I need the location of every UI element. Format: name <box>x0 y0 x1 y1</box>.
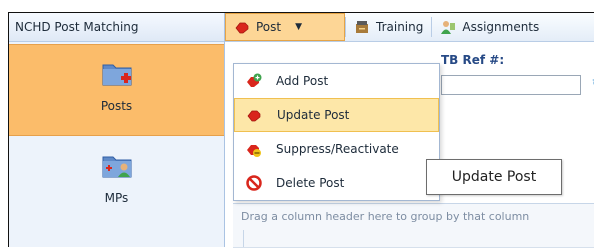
assignments-label: Assignments <box>462 20 540 34</box>
sidebar: NCHD Post Matching Posts MPs <box>9 13 225 247</box>
post-icon <box>235 22 249 34</box>
assignments-button[interactable]: Assignments <box>432 13 547 41</box>
grid-header-row <box>233 230 594 248</box>
post-menu-button[interactable]: Post ▼ <box>225 13 345 41</box>
sidebar-header: NCHD Post Matching <box>9 13 224 42</box>
training-button[interactable]: Training <box>346 13 431 41</box>
delete-icon <box>244 174 264 192</box>
assignments-icon <box>441 21 456 34</box>
folder-user-icon <box>102 156 131 178</box>
training-label: Training <box>376 20 424 34</box>
menu-item-suppress-reactivate[interactable]: Suppress/Reactivate <box>234 132 439 166</box>
sidebar-item-mps[interactable]: MPs <box>9 137 224 227</box>
post-menu-label: Post <box>256 20 282 34</box>
group-by-panel[interactable]: Drag a column header here to group by th… <box>233 203 594 231</box>
chevron-down-icon: ▼ <box>295 22 303 32</box>
sidebar-item-label: Posts <box>100 99 133 113</box>
menu-item-update-post[interactable]: Update Post <box>234 98 439 132</box>
menu-item-add-post[interactable]: Add Post <box>234 64 439 98</box>
suppress-icon <box>244 140 264 158</box>
menu-item-delete-post[interactable]: Delete Post <box>234 166 439 200</box>
add-post-icon <box>244 72 264 90</box>
update-post-icon <box>245 106 265 124</box>
tooltip: Update Post <box>426 159 562 195</box>
menu-item-label: Update Post <box>277 108 350 122</box>
menu-item-label: Suppress/Reactivate <box>276 142 399 156</box>
app-window: NCHD Post Matching Posts MPs Post ▼ Trai… <box>8 12 594 248</box>
training-icon <box>356 21 368 33</box>
post-dropdown-menu: Add Post Update Post Suppress/Reactivate <box>233 63 440 201</box>
tb-ref-label: TB Ref #: <box>441 53 505 67</box>
column-divider <box>243 230 244 247</box>
sidebar-item-label: MPs <box>104 191 129 205</box>
toolbar: Post ▼ Training Assignments <box>225 13 594 42</box>
tb-ref-input[interactable] <box>441 75 581 95</box>
menu-item-label: Add Post <box>276 74 329 88</box>
folder-plus-icon <box>102 64 131 86</box>
sidebar-item-posts[interactable]: Posts <box>9 44 224 136</box>
menu-item-label: Delete Post <box>276 176 345 190</box>
